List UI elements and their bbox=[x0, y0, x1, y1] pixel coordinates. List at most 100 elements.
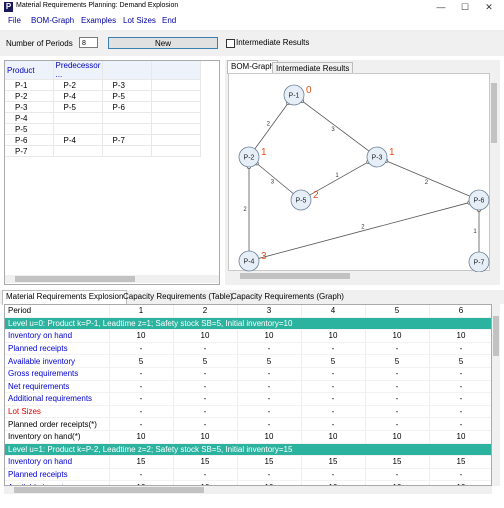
mrp-vscroll[interactable] bbox=[492, 304, 500, 486]
cell[interactable]: - bbox=[301, 367, 366, 381]
cell[interactable]: P-6 bbox=[5, 134, 54, 146]
cell[interactable]: P-7 bbox=[5, 145, 54, 157]
cell[interactable] bbox=[151, 90, 201, 102]
cell[interactable]: P-1 bbox=[5, 79, 54, 91]
tab-capacity-table[interactable]: Capacity Requirements (Table) bbox=[120, 291, 236, 303]
header-predecessor[interactable]: Predecessor ... bbox=[53, 61, 103, 80]
mrp-hscroll[interactable] bbox=[4, 486, 492, 494]
cell[interactable]: - bbox=[109, 367, 174, 381]
cell[interactable]: 10 bbox=[301, 329, 366, 343]
cell[interactable] bbox=[102, 145, 152, 157]
table-row[interactable]: Planned order receipts(*) - - - - - - bbox=[5, 417, 491, 431]
cell[interactable]: - bbox=[173, 380, 238, 394]
tab-capacity-graph[interactable]: Capacity Requirements (Graph) bbox=[228, 291, 347, 303]
cell[interactable]: - bbox=[301, 468, 366, 482]
cell[interactable]: - bbox=[429, 392, 491, 406]
table-row[interactable]: Inventory on hand 10 10 10 10 10 10 bbox=[5, 329, 491, 343]
cell[interactable]: - bbox=[173, 342, 238, 356]
cell[interactable]: 5 bbox=[429, 354, 491, 368]
menu-bom-graph[interactable]: BOM-Graph bbox=[31, 16, 74, 25]
cell[interactable]: - bbox=[365, 405, 430, 419]
cell[interactable] bbox=[151, 145, 201, 157]
table-row[interactable]: Planned receipts - - - - - - bbox=[5, 342, 491, 356]
cell[interactable]: - bbox=[109, 417, 174, 431]
cell[interactable]: P-6 bbox=[102, 101, 152, 113]
table-row[interactable]: P-4 bbox=[5, 112, 201, 124]
cell[interactable]: 10 bbox=[365, 329, 430, 343]
cell[interactable]: - bbox=[109, 468, 174, 482]
cell[interactable] bbox=[151, 101, 201, 113]
cell[interactable]: - bbox=[173, 367, 238, 381]
cell[interactable]: 15 bbox=[237, 455, 302, 469]
cell[interactable]: P-5 bbox=[102, 90, 152, 102]
cell[interactable]: - bbox=[429, 417, 491, 431]
cell[interactable]: - bbox=[237, 468, 302, 482]
cell[interactable]: 10 bbox=[237, 430, 302, 444]
cell[interactable] bbox=[151, 112, 201, 124]
cell[interactable]: - bbox=[365, 468, 430, 482]
cell[interactable]: P-2 bbox=[5, 90, 54, 102]
cell[interactable]: - bbox=[237, 392, 302, 406]
cell[interactable]: 5 bbox=[237, 354, 302, 368]
cell[interactable]: 5 bbox=[301, 354, 366, 368]
cell[interactable]: - bbox=[429, 367, 491, 381]
table-row[interactable]: Planned receipts - - - - - - bbox=[5, 468, 491, 482]
scroll-thumb[interactable] bbox=[491, 83, 497, 143]
menu-end[interactable]: End bbox=[162, 16, 176, 25]
cell[interactable]: P-3 bbox=[102, 79, 152, 91]
cell[interactable]: P-4 bbox=[5, 112, 54, 124]
maximize-button[interactable]: ☐ bbox=[456, 0, 474, 14]
cell[interactable]: - bbox=[429, 405, 491, 419]
table-row[interactable]: P-5 bbox=[5, 123, 201, 135]
scroll-thumb[interactable] bbox=[14, 487, 204, 493]
cell[interactable] bbox=[53, 112, 103, 124]
cell[interactable]: - bbox=[237, 342, 302, 356]
cell[interactable]: - bbox=[365, 417, 430, 431]
cell[interactable] bbox=[102, 123, 152, 135]
tab-bom-graph[interactable]: BOM-Graph bbox=[227, 60, 279, 74]
cell[interactable]: 10 bbox=[365, 430, 430, 444]
scroll-thumb[interactable] bbox=[240, 273, 350, 279]
cell[interactable]: 10 bbox=[429, 329, 491, 343]
cell[interactable]: - bbox=[109, 342, 174, 356]
cell[interactable]: P-5 bbox=[5, 123, 54, 135]
cell[interactable]: P-7 bbox=[102, 134, 152, 146]
cell[interactable] bbox=[53, 145, 103, 157]
cell[interactable]: - bbox=[365, 380, 430, 394]
cell[interactable]: 15 bbox=[301, 455, 366, 469]
close-button[interactable]: ✕ bbox=[480, 0, 498, 14]
cell[interactable] bbox=[102, 112, 152, 124]
cell[interactable]: - bbox=[109, 380, 174, 394]
table-row[interactable]: P-1 P-2 P-3 bbox=[5, 79, 201, 91]
graph-hscroll[interactable] bbox=[228, 272, 490, 280]
cell[interactable]: 15 bbox=[429, 455, 491, 469]
cell[interactable]: - bbox=[365, 367, 430, 381]
cell[interactable]: - bbox=[429, 468, 491, 482]
cell[interactable] bbox=[151, 79, 201, 91]
table-row[interactable]: Additional requirements - - - - - - bbox=[5, 392, 491, 406]
intermediate-checkbox[interactable] bbox=[226, 39, 235, 48]
cell[interactable]: - bbox=[301, 417, 366, 431]
level-header-row[interactable]: Level u=1: Product k=P-2, Leadtime z=2; … bbox=[5, 443, 491, 457]
cell[interactable]: - bbox=[237, 417, 302, 431]
cell[interactable]: 10 bbox=[109, 430, 174, 444]
cell[interactable]: 15 bbox=[173, 455, 238, 469]
cell[interactable]: - bbox=[301, 405, 366, 419]
cell[interactable]: - bbox=[173, 417, 238, 431]
cell[interactable]: - bbox=[365, 392, 430, 406]
cell[interactable]: 10 bbox=[173, 329, 238, 343]
cell[interactable]: 10 bbox=[429, 430, 491, 444]
table-row[interactable]: P-3 P-5 P-6 bbox=[5, 101, 201, 113]
cell[interactable]: 5 bbox=[365, 354, 430, 368]
predecessor-hscroll[interactable] bbox=[5, 275, 219, 283]
cell[interactable]: - bbox=[173, 392, 238, 406]
cell[interactable]: 10 bbox=[109, 329, 174, 343]
table-row[interactable]: Gross requirements - - - - - - bbox=[5, 367, 491, 381]
cell[interactable]: 10 bbox=[173, 430, 238, 444]
cell[interactable]: 10 bbox=[237, 329, 302, 343]
cell[interactable] bbox=[151, 134, 201, 146]
table-row[interactable]: P-7 bbox=[5, 145, 201, 157]
new-button[interactable]: New bbox=[108, 37, 218, 49]
cell[interactable]: - bbox=[365, 342, 430, 356]
table-row[interactable]: P-6 P-4 P-7 bbox=[5, 134, 201, 146]
